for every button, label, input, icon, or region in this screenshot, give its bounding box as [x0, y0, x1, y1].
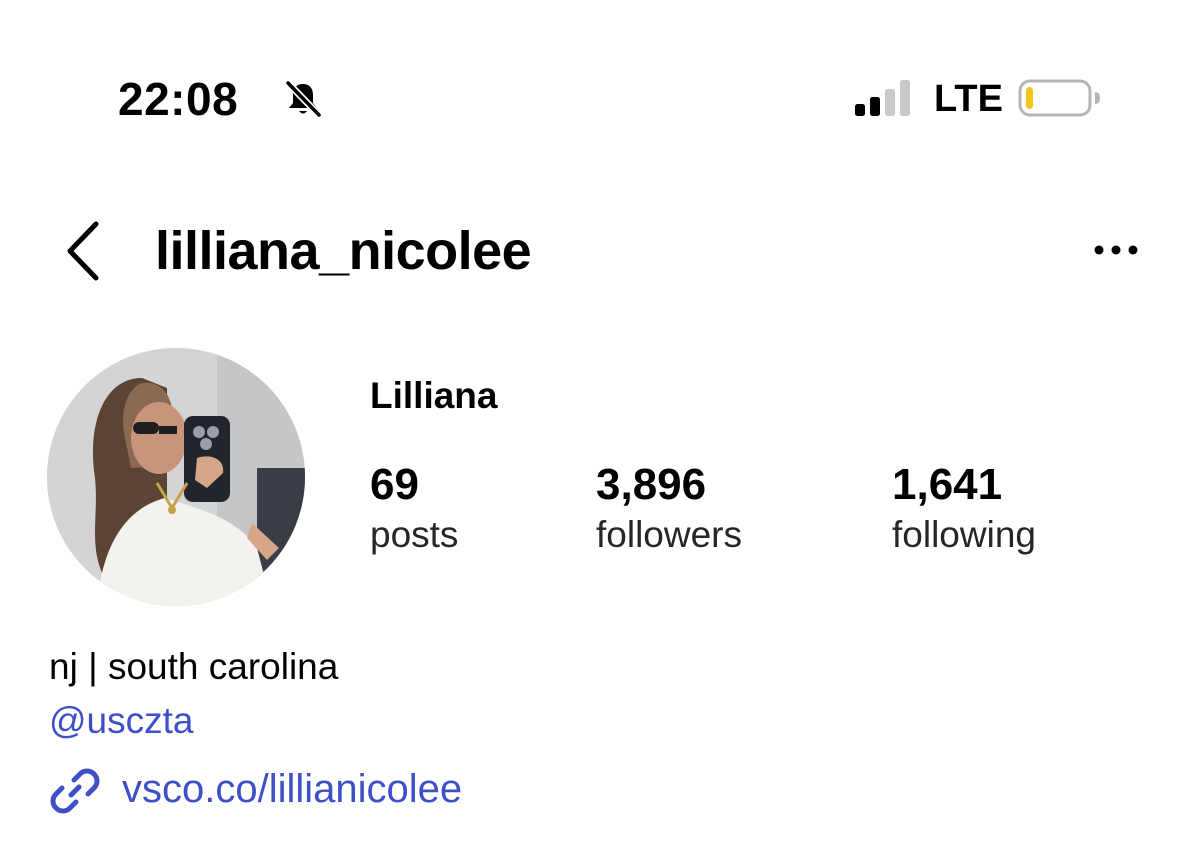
- back-button[interactable]: [60, 218, 110, 284]
- following-count-label: following: [892, 514, 1036, 555]
- bell-slash-icon: [284, 79, 323, 119]
- status-time: 22:08: [118, 73, 239, 125]
- more-options-button[interactable]: [1086, 232, 1146, 268]
- profile-screen: 22:08 LTE lilliana_nicolee Lilliana 69 p…: [0, 0, 1200, 850]
- following-count-value: 1,641: [892, 460, 1003, 509]
- chevron-left-icon: [67, 221, 99, 281]
- posts-count-value: 69: [370, 460, 419, 509]
- profile-username: lilliana_nicolee: [155, 221, 532, 281]
- bio-website-link[interactable]: vsco.co/lillianicolee: [122, 764, 462, 814]
- battery-low-icon: [1018, 79, 1100, 117]
- bio-location: nj | south carolina: [49, 646, 339, 687]
- cellular-signal-icon: [855, 80, 910, 116]
- posts-count-label: posts: [370, 514, 459, 555]
- more-horizontal-icon: [1094, 245, 1138, 255]
- following-count[interactable]: 1,641 following: [892, 460, 1036, 560]
- network-type: LTE: [934, 78, 1003, 120]
- profile-avatar[interactable]: [47, 348, 305, 606]
- posts-count[interactable]: 69 posts: [370, 460, 458, 560]
- bio-mention-link[interactable]: @usczta: [49, 698, 194, 744]
- followers-count-value: 3,896: [596, 460, 707, 509]
- profile-photo: [47, 348, 305, 606]
- followers-count[interactable]: 3,896 followers: [596, 460, 742, 560]
- followers-count-label: followers: [596, 514, 742, 555]
- profile-display-name: Lilliana: [370, 375, 498, 416]
- link-icon: [50, 768, 100, 814]
